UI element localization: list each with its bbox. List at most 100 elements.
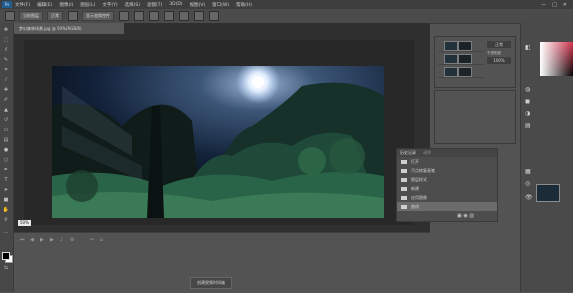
align-bottom-icon[interactable] bbox=[194, 11, 204, 21]
history-state-icon bbox=[401, 204, 407, 209]
history-item-selected[interactable]: 曲线 bbox=[397, 202, 497, 211]
history-footer: ▣ ◉ ▥ bbox=[457, 213, 474, 219]
canvas-image[interactable] bbox=[52, 66, 384, 218]
align-middle-icon[interactable] bbox=[179, 11, 189, 21]
opacity-field[interactable]: 100% bbox=[487, 57, 511, 64]
crop-tool-icon[interactable]: ⌗ bbox=[2, 67, 10, 74]
align-center-icon[interactable] bbox=[134, 11, 144, 21]
menu-file[interactable]: 文件(F) bbox=[15, 2, 30, 8]
brush-tool-icon[interactable]: ✐ bbox=[2, 97, 10, 104]
layer-row[interactable] bbox=[438, 39, 484, 52]
tab-actions[interactable]: 动作 bbox=[423, 150, 431, 155]
adjustments-panel bbox=[434, 90, 516, 144]
audio-icon[interactable]: ♪ bbox=[60, 237, 63, 243]
color-picker-field[interactable] bbox=[540, 42, 573, 76]
mode-dropdown[interactable]: 正常 bbox=[47, 11, 63, 21]
shape-tool-icon[interactable]: ■ bbox=[2, 197, 10, 204]
eyedropper-icon[interactable]: ⁄ bbox=[2, 77, 10, 84]
menu-3d[interactable]: 3D(D) bbox=[169, 2, 182, 7]
split-icon[interactable]: ✂ bbox=[90, 237, 94, 243]
layer-row[interactable] bbox=[438, 65, 484, 78]
swatches-icon[interactable]: ◍ bbox=[525, 86, 532, 93]
color-panel-icon[interactable]: ◧ bbox=[525, 44, 532, 51]
zoom-level[interactable]: 50% bbox=[18, 220, 31, 226]
distribute-icon[interactable] bbox=[209, 11, 219, 21]
history-panel-header: 历史记录 动作 bbox=[397, 149, 497, 157]
history-item[interactable]: 图层样式 bbox=[397, 175, 497, 184]
properties-icon[interactable]: ▤ bbox=[525, 122, 532, 129]
visibility-eye-icon[interactable]: 👁 bbox=[525, 194, 533, 201]
menu-edit[interactable]: 编辑(E) bbox=[37, 2, 52, 8]
channels-icon[interactable]: ◎ bbox=[525, 180, 532, 187]
history-item[interactable]: 打开 bbox=[397, 157, 497, 166]
history-brush-icon[interactable]: ↺ bbox=[2, 117, 10, 124]
pen-tool-icon[interactable]: ✒ bbox=[2, 167, 10, 174]
path-select-icon[interactable]: ➤ bbox=[2, 187, 10, 194]
zoom-tool-icon[interactable]: ⚲ bbox=[2, 217, 10, 224]
menu-view[interactable]: 视图(V) bbox=[190, 2, 206, 8]
foreground-color-swatch[interactable] bbox=[2, 252, 10, 260]
snapshot-icon bbox=[401, 159, 407, 164]
align-top-icon[interactable] bbox=[164, 11, 174, 21]
history-state-icon bbox=[401, 195, 407, 200]
menu-bar: Ps 文件(F) 编辑(E) 图像(I) 图层(L) 文字(Y) 选择(S) 滤… bbox=[0, 0, 573, 9]
move-tool-icon[interactable]: ✥ bbox=[2, 27, 10, 34]
eraser-icon[interactable]: ▭ bbox=[2, 127, 10, 134]
minimize-button[interactable]: — bbox=[541, 2, 546, 8]
gradient-icon[interactable]: ▤ bbox=[2, 137, 10, 144]
blend-mode-dropdown[interactable]: 正常 bbox=[487, 41, 511, 48]
tab-history[interactable]: 历史记录 bbox=[400, 150, 416, 155]
styles-icon[interactable]: ◼ bbox=[525, 98, 532, 105]
adjustments-icon[interactable]: ◑ bbox=[525, 110, 532, 117]
opacity-label: 不透明度 bbox=[487, 51, 501, 55]
trash-icon[interactable]: ▥ bbox=[469, 213, 474, 219]
history-item[interactable]: 新建 bbox=[397, 184, 497, 193]
menu-select[interactable]: 选择(S) bbox=[125, 2, 140, 8]
layer-row[interactable] bbox=[438, 52, 484, 65]
dodge-tool-icon[interactable]: ○ bbox=[2, 157, 10, 164]
marquee-tool-icon[interactable]: ⬚ bbox=[2, 37, 10, 44]
more-tools-icon[interactable]: … bbox=[2, 229, 10, 236]
type-tool-icon[interactable]: T bbox=[2, 177, 10, 184]
layer-thumbnail bbox=[444, 54, 458, 64]
document-tab[interactable]: 梦幻森林场景.jpg @ 50%(RGB/8) bbox=[14, 23, 124, 34]
transform-controls-label[interactable]: 显示变换控件 bbox=[82, 11, 114, 21]
checkbox-icon[interactable] bbox=[68, 11, 78, 21]
layers-icon[interactable]: ▦ bbox=[525, 168, 532, 175]
healing-brush-icon[interactable]: ✚ bbox=[2, 87, 10, 94]
new-document-icon[interactable]: ▣ bbox=[457, 213, 462, 219]
layer-mask-thumbnail bbox=[458, 41, 472, 51]
history-item[interactable]: 污点修复画笔 bbox=[397, 166, 497, 175]
options-bar: 当前图层 正常 显示变换控件 bbox=[0, 9, 573, 24]
history-state-icon bbox=[401, 168, 407, 173]
history-item[interactable]: 应用图像 bbox=[397, 193, 497, 202]
swap-colors-icon[interactable]: ⇆ bbox=[2, 265, 10, 272]
menu-filter[interactable]: 滤镜(T) bbox=[147, 2, 162, 8]
move-tool-icon[interactable] bbox=[5, 11, 15, 21]
create-video-timeline-button[interactable]: 创建视频时间轴 bbox=[190, 277, 232, 289]
blur-tool-icon[interactable]: ● bbox=[2, 147, 10, 154]
clone-stamp-icon[interactable]: ▲ bbox=[2, 107, 10, 114]
layer-preview-thumbnail bbox=[536, 184, 560, 202]
go-first-icon[interactable]: ⏮ bbox=[20, 237, 25, 243]
menu-image[interactable]: 图像(I) bbox=[59, 2, 73, 8]
play-icon[interactable]: ▶ bbox=[40, 237, 44, 243]
settings-icon[interactable]: ⚙ bbox=[70, 237, 74, 243]
align-right-icon[interactable] bbox=[149, 11, 159, 21]
align-left-icon[interactable] bbox=[119, 11, 129, 21]
maximize-button[interactable]: □ bbox=[552, 2, 557, 8]
camera-icon[interactable]: ◉ bbox=[463, 213, 467, 219]
transition-icon[interactable]: ⌂ bbox=[100, 237, 103, 243]
layer-thumbnail bbox=[444, 67, 458, 77]
quick-select-icon[interactable]: ✎ bbox=[2, 57, 10, 64]
hand-tool-icon[interactable]: ✋ bbox=[2, 207, 10, 214]
menu-type[interactable]: 文字(Y) bbox=[102, 2, 117, 8]
prev-frame-icon[interactable]: ◀ bbox=[30, 237, 34, 243]
menu-help[interactable]: 帮助(H) bbox=[236, 2, 252, 8]
close-button[interactable]: ✕ bbox=[563, 2, 567, 8]
lasso-tool-icon[interactable]: ℓ bbox=[2, 47, 10, 54]
next-frame-icon[interactable]: ▶ bbox=[50, 237, 54, 243]
menu-layer[interactable]: 图层(L) bbox=[80, 2, 95, 8]
menu-window[interactable]: 窗口(W) bbox=[212, 2, 229, 8]
sample-dropdown[interactable]: 当前图层 bbox=[19, 11, 43, 21]
